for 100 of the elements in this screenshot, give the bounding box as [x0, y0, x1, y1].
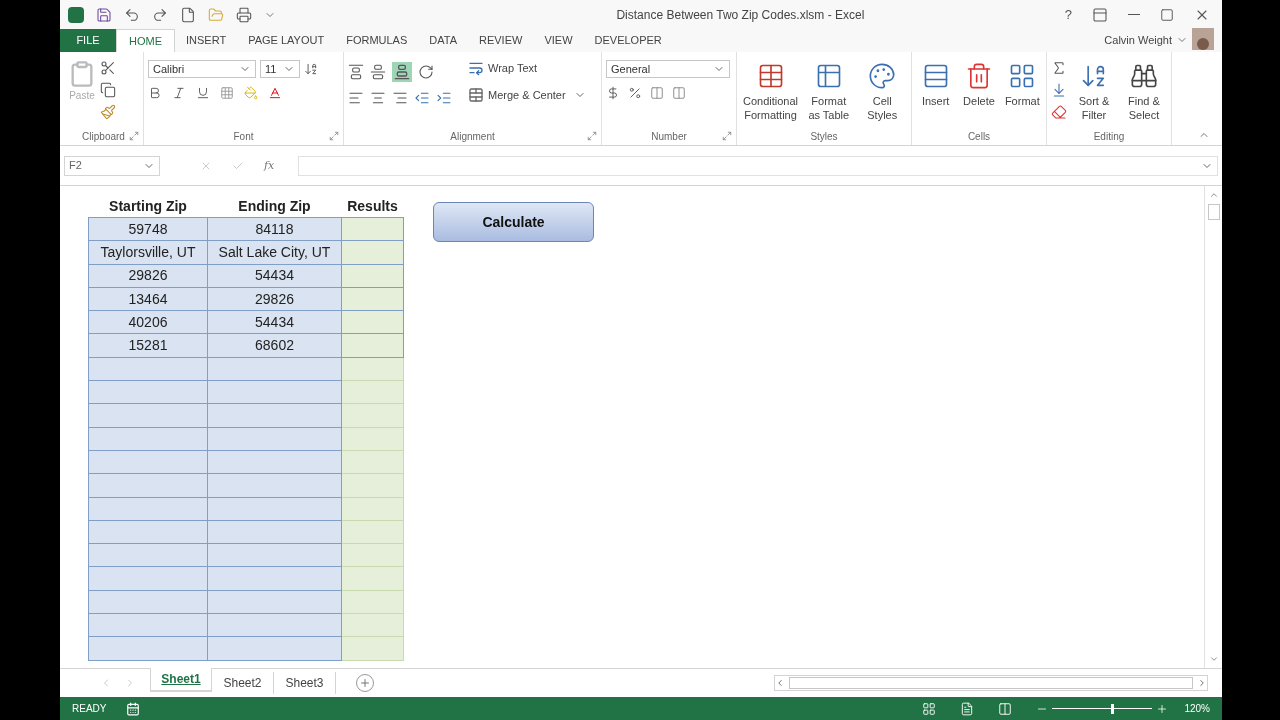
scroll-right-icon[interactable] [1197, 678, 1207, 688]
underline-icon [196, 86, 210, 100]
editing-button[interactable]: Find & Select [1121, 60, 1167, 126]
table-cell: 29826 [88, 264, 208, 288]
styles-button[interactable]: Cell Styles [857, 60, 907, 126]
cells-button[interactable]: Delete [959, 60, 999, 126]
trash-icon [965, 62, 993, 90]
scroll-up-icon[interactable] [1208, 190, 1219, 200]
horizontal-scrollbar[interactable] [774, 675, 1208, 691]
wrap-text-button[interactable]: Wrap Text [468, 60, 586, 77]
indent-increase-icon [436, 90, 452, 106]
sheet-tab[interactable]: Sheet2 [212, 672, 274, 694]
styles-button[interactable]: Format as Table [804, 60, 854, 126]
font-name-value: Calibri [153, 61, 185, 77]
help-button[interactable]: ? [1064, 4, 1072, 25]
ribbon-tab[interactable]: DEVELOPER [583, 29, 673, 52]
status-text: READY [72, 702, 107, 716]
table-cell: 59748 [88, 217, 208, 241]
ribbon-display-icon [1092, 6, 1108, 23]
redo-icon [152, 6, 168, 23]
align-center-icon [370, 90, 386, 106]
column-header: Starting Zip [88, 196, 208, 218]
group-label: Font [233, 129, 254, 144]
sum-icon [1051, 60, 1067, 76]
editing-button[interactable]: Sort & Filter [1071, 60, 1117, 126]
group-label: Editing [1093, 129, 1125, 144]
fill-color-icon [244, 86, 258, 100]
vertical-scrollbar[interactable] [1204, 186, 1222, 668]
currency-icon [606, 86, 620, 100]
align-right-icon [392, 90, 408, 106]
number-format-value: General [611, 61, 651, 77]
sheet-tab[interactable]: Sheet1 [150, 668, 212, 692]
page-layout-icon [960, 701, 975, 716]
table-cell: 84118 [207, 217, 342, 241]
font-size-field[interactable]: 11 [260, 60, 300, 78]
table-cell: 68602 [207, 334, 342, 358]
number-format-field[interactable]: General [606, 60, 730, 78]
cells-button[interactable]: Format [1002, 60, 1042, 126]
folder-icon [208, 6, 224, 23]
indent-decrease-icon [414, 90, 430, 106]
cells-button[interactable]: Insert [916, 60, 956, 126]
scroll-down-icon[interactable] [1208, 654, 1219, 664]
ribbon-tab[interactable]: REVIEW [468, 29, 534, 52]
table-cell: Salt Lake City, UT [207, 240, 342, 265]
insert-function-button[interactable]: fx [264, 159, 275, 172]
zoom-slider[interactable] [1052, 703, 1153, 714]
scroll-thumb[interactable] [1207, 204, 1220, 220]
font-name-field[interactable]: Calibri [148, 60, 256, 78]
merge-center-button[interactable]: Merge & Center [468, 86, 586, 103]
ribbon-tab[interactable]: INSERT [175, 29, 238, 52]
sheet-tab[interactable]: Sheet3 [274, 672, 336, 694]
wrap-text-icon [468, 60, 484, 77]
scroll-thumb[interactable] [789, 677, 1193, 689]
bottom-align-icon[interactable] [392, 62, 412, 82]
styles-button[interactable]: Conditional Formatting [741, 60, 801, 126]
align-left-icon [348, 90, 364, 106]
font-size-value: 11 [265, 61, 277, 77]
zoom-slider-thumb[interactable] [1111, 703, 1115, 714]
name-box[interactable]: F2 [64, 155, 160, 176]
group-label: Clipboard [82, 129, 125, 144]
cell-reference: F2 [69, 158, 82, 174]
scroll-left-icon[interactable] [775, 678, 785, 688]
dialog-launcher-icon[interactable] [329, 131, 339, 141]
column-header: Results [341, 196, 404, 218]
dialog-launcher-icon[interactable] [587, 131, 597, 141]
palette-icon [868, 62, 897, 90]
table-cell: 54434 [207, 264, 342, 288]
ribbon-tab[interactable]: VIEW [533, 29, 584, 52]
italic-icon [172, 86, 186, 100]
cut-icon [100, 60, 116, 76]
merge-icon [468, 86, 484, 103]
save-icon [96, 6, 112, 23]
font-color-icon [268, 86, 282, 100]
dialog-launcher-icon[interactable] [129, 131, 139, 141]
window-title: Distance Between Two Zip Codes.xlsm - Excel [615, 6, 866, 24]
table-cell: 29826 [207, 287, 342, 311]
formula-field[interactable] [298, 155, 1218, 176]
ribbon-tab[interactable]: HOME [116, 29, 175, 52]
ribbon-tab[interactable]: PAGE LAYOUT [237, 29, 336, 52]
group-label: Cells [967, 129, 991, 144]
file-tab[interactable]: FILE [60, 29, 116, 52]
group-label: Alignment [450, 129, 495, 144]
table-cell: 15281 [88, 334, 208, 358]
macro-record-icon[interactable] [126, 701, 141, 716]
column-header: Ending Zip [207, 196, 342, 218]
fill-icon [1051, 82, 1067, 98]
binoculars-icon [1130, 62, 1158, 90]
excel-logo-icon [68, 6, 84, 23]
plus-icon [359, 677, 371, 689]
new-file-icon [180, 6, 196, 23]
page-break-icon [998, 701, 1013, 716]
ribbon-tab[interactable]: FORMULAS [335, 29, 419, 52]
table-cell: 40206 [88, 310, 208, 334]
calculate-button[interactable]: Calculate [433, 202, 594, 242]
dialog-launcher-icon[interactable] [722, 131, 732, 141]
bold-icon [148, 86, 162, 100]
ribbon-tab[interactable]: DATA [418, 29, 468, 52]
zoom-level[interactable]: 120% [1184, 701, 1210, 716]
maximize-icon [1160, 7, 1174, 22]
zoom-in-icon [1156, 702, 1169, 715]
